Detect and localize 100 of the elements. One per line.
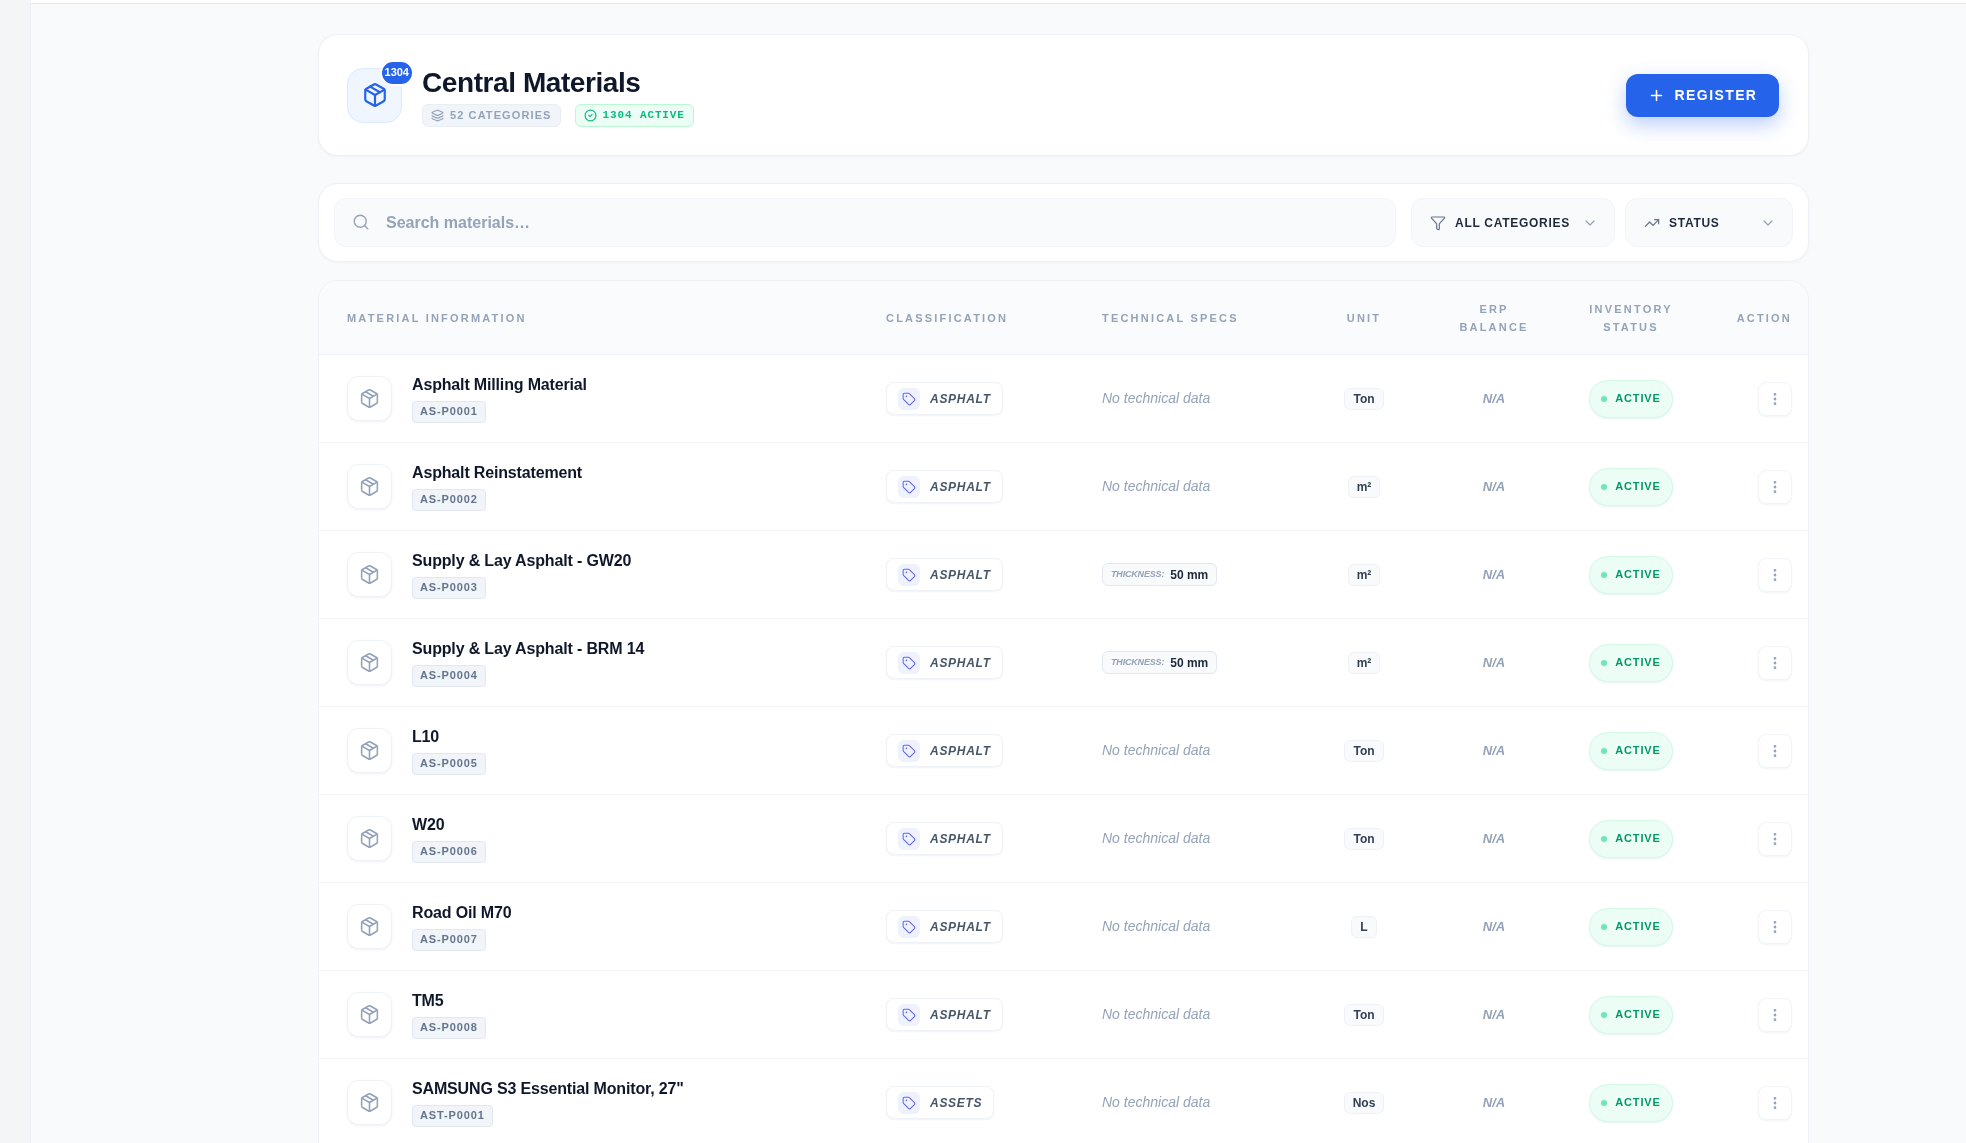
row-menu-button[interactable]	[1758, 381, 1792, 416]
package-icon	[347, 904, 392, 949]
status-text: ACTIVE	[1615, 919, 1661, 935]
column-header: ACTION	[1736, 310, 1792, 326]
material-name: Road Oil M70	[412, 902, 512, 923]
unit-label: Ton	[1344, 1003, 1384, 1026]
tag-icon	[898, 475, 920, 498]
unit-label: m²	[1347, 475, 1381, 498]
package-icon	[347, 376, 392, 421]
check-circle-icon	[583, 109, 597, 122]
column-header: MATERIAL INFORMATION	[347, 310, 527, 326]
spec-value: 50 mm	[1170, 654, 1209, 672]
material-code: AS-P0004	[412, 664, 486, 687]
active-count: 1304 ACTIVE	[602, 110, 685, 121]
material-name: SAMSUNG S3 Essential Monitor, 27"	[412, 1078, 684, 1099]
page-title: Central Materials	[422, 67, 642, 99]
material-name: Asphalt Milling Material	[412, 374, 587, 395]
material-name: L10	[412, 726, 440, 747]
package-icon	[347, 816, 392, 861]
row-menu-button[interactable]	[1758, 909, 1792, 944]
package-icon	[347, 728, 392, 773]
search-icon	[352, 213, 370, 231]
row-menu-button[interactable]	[1758, 469, 1792, 504]
package-icon	[347, 1080, 392, 1125]
package-icon	[347, 992, 392, 1037]
column-header: CLASSIFICATION	[886, 310, 1009, 326]
no-data-text: No technical data	[1102, 389, 1211, 408]
category-name: ASPHALT	[930, 742, 991, 760]
tag-icon	[898, 827, 920, 850]
package-icon	[347, 552, 392, 597]
material-name: Asphalt Reinstatement	[412, 462, 582, 483]
spec-label: THICKNESS:	[1111, 567, 1165, 581]
row-menu-button[interactable]	[1758, 1085, 1792, 1120]
search-field[interactable]: Search materials…	[334, 198, 1396, 247]
category-name: ASPHALT	[930, 918, 991, 936]
category-name: ASPHALT	[930, 390, 991, 408]
material-code: AS-P0007	[412, 928, 486, 951]
spec-value: 50 mm	[1170, 566, 1209, 584]
no-data-text: No technical data	[1102, 1005, 1211, 1024]
layers-icon	[431, 109, 444, 122]
material-code: AS-P0005	[412, 752, 486, 775]
material-code: AS-P0002	[412, 488, 486, 511]
status-text: ACTIVE	[1615, 479, 1661, 495]
package-icon	[347, 464, 392, 509]
category-name: ASPHALT	[930, 478, 991, 496]
material-code: AS-P0006	[412, 840, 486, 863]
column-header: ERP BALANCE	[1458, 301, 1530, 335]
erp-balance: N/A	[1482, 389, 1506, 408]
unit-label: m²	[1347, 651, 1381, 674]
row-menu-button[interactable]	[1758, 557, 1792, 592]
tag-icon	[898, 915, 920, 938]
unit-label: Ton	[1344, 739, 1384, 762]
erp-balance: N/A	[1482, 565, 1506, 584]
category-name: ASPHALT	[930, 830, 991, 848]
unit-label: L	[1351, 915, 1377, 938]
category-name: ASPHALT	[930, 654, 991, 672]
status-text: ACTIVE	[1615, 743, 1661, 759]
tag-icon	[898, 651, 920, 674]
unit-label: m²	[1347, 563, 1381, 586]
unit-label: Ton	[1344, 827, 1384, 850]
erp-balance: N/A	[1482, 477, 1506, 496]
status-text: ACTIVE	[1615, 1095, 1661, 1111]
status-dropdown[interactable]: STATUS	[1625, 198, 1793, 247]
status-text: ACTIVE	[1615, 567, 1661, 583]
row-menu-button[interactable]	[1758, 733, 1792, 768]
erp-balance: N/A	[1482, 1005, 1506, 1024]
row-menu-button[interactable]	[1758, 997, 1792, 1032]
column-header: UNIT	[1346, 310, 1382, 326]
tag-icon	[898, 563, 920, 586]
row-menu-button[interactable]	[1758, 821, 1792, 856]
material-code: AS-P0001	[412, 400, 486, 423]
count-badge: 1304	[379, 59, 414, 86]
row-menu-button[interactable]	[1758, 645, 1792, 680]
material-name: W20	[412, 814, 445, 835]
material-code: AS-P0008	[412, 1016, 486, 1039]
register-button[interactable]: REGISTER	[1626, 73, 1779, 117]
no-data-text: No technical data	[1102, 829, 1211, 848]
category-name: ASSETS	[930, 1094, 983, 1112]
tag-icon	[898, 1003, 920, 1026]
no-data-text: No technical data	[1102, 1093, 1211, 1112]
categories-count: 52 CATEGORIES	[450, 110, 552, 121]
material-name: TM5	[412, 990, 444, 1011]
tag-icon	[898, 387, 920, 410]
package-icon	[347, 640, 392, 685]
erp-balance: N/A	[1482, 1093, 1506, 1112]
no-data-text: No technical data	[1102, 477, 1211, 496]
no-data-text: No technical data	[1102, 741, 1211, 760]
status-text: ACTIVE	[1615, 1007, 1661, 1023]
material-code: AS-P0003	[412, 576, 486, 599]
erp-balance: N/A	[1482, 829, 1506, 848]
material-code: AST-P0001	[412, 1104, 493, 1127]
category-dropdown[interactable]: ALL CATEGORIES	[1411, 198, 1615, 247]
tag-icon	[898, 1091, 920, 1114]
erp-balance: N/A	[1482, 653, 1506, 672]
category-name: ASPHALT	[930, 1006, 991, 1024]
status-text: ACTIVE	[1615, 831, 1661, 847]
no-data-text: No technical data	[1102, 917, 1211, 936]
column-header: INVENTORY STATUS	[1588, 301, 1674, 335]
status-text: ACTIVE	[1615, 391, 1661, 407]
spec-label: THICKNESS:	[1111, 655, 1165, 669]
